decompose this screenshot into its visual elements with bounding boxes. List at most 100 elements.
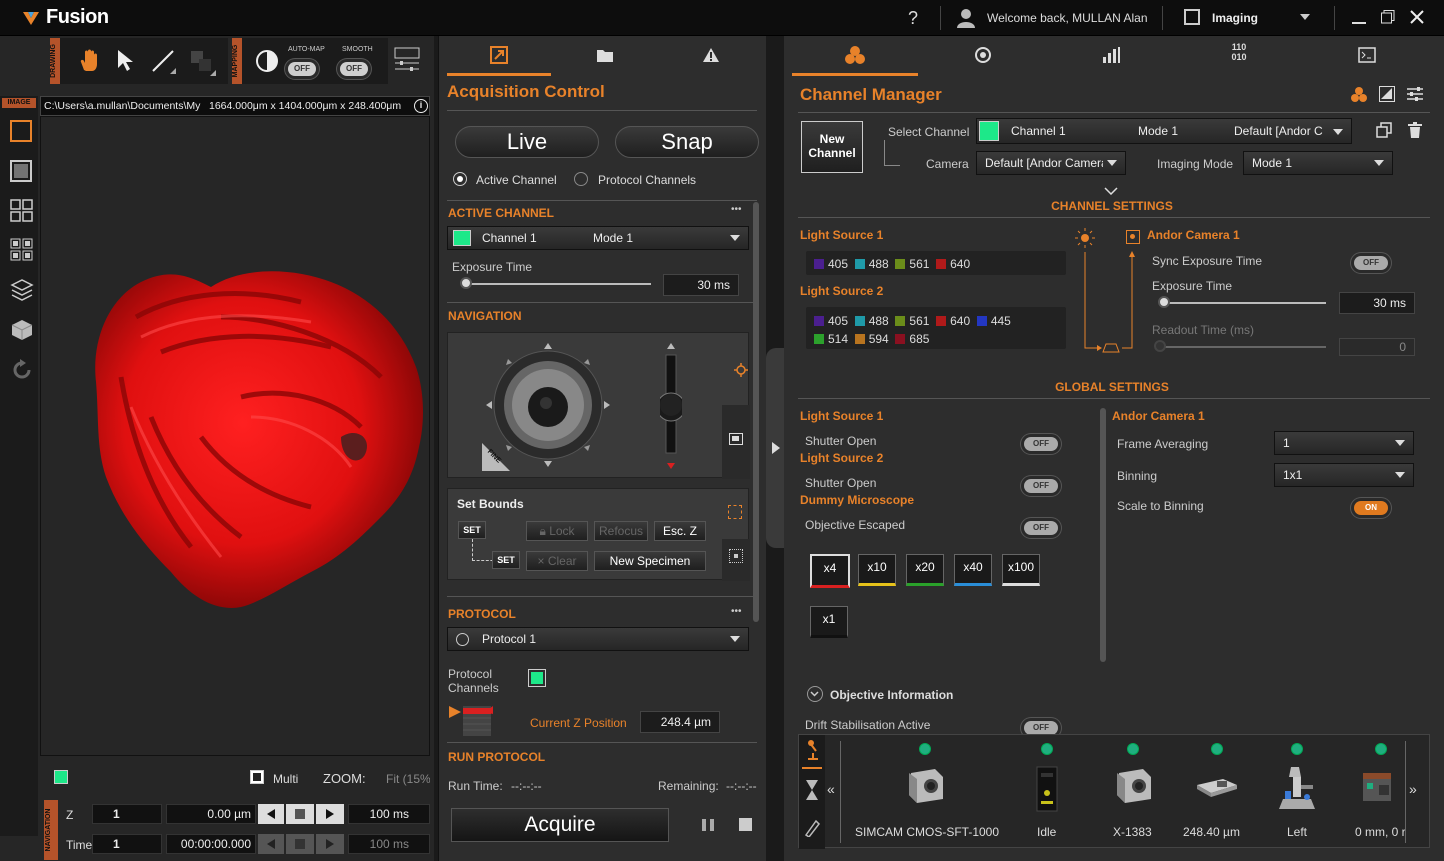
channels-view-icon[interactable] [1350, 86, 1368, 104]
panel-collapse-handle[interactable] [766, 348, 784, 548]
restore-button[interactable] [1381, 10, 1395, 24]
frame-avg-dropdown[interactable]: 1 [1274, 431, 1414, 455]
center-target-icon[interactable] [734, 363, 748, 377]
z-stop-button[interactable] [286, 804, 314, 824]
device-stage[interactable]: 248.40 µm [1177, 735, 1257, 849]
active-channel-radio[interactable] [453, 172, 467, 186]
z-slider[interactable] [656, 341, 686, 471]
escz-button[interactable]: Esc. Z [654, 521, 706, 541]
select-channel-dropdown[interactable]: Channel 1 Mode 1 Default [Andor C [976, 118, 1352, 144]
refocus-button[interactable]: Refocus [594, 521, 648, 541]
collapse-chevron-icon[interactable] [1104, 184, 1118, 196]
protocol-select[interactable]: Protocol 1 [447, 627, 749, 651]
more-icon[interactable]: ••• [731, 606, 742, 617]
smooth-toggle[interactable]: OFF [340, 60, 368, 76]
time-stop-button[interactable] [286, 834, 314, 854]
xy-joystick[interactable] [478, 339, 618, 471]
screen-icon[interactable] [729, 433, 743, 445]
acquire-button[interactable]: Acquire [451, 808, 669, 842]
more-icon[interactable]: ••• [731, 204, 742, 215]
minimize-button[interactable] [1352, 22, 1366, 24]
contrast-icon[interactable] [254, 48, 280, 74]
ls1-lines[interactable]: 405 488 561 640 [806, 251, 1066, 275]
new-channel-button[interactable]: New Channel [801, 121, 863, 173]
sync-exposure-toggle[interactable]: OFF [1354, 254, 1388, 270]
hand-tool-icon[interactable] [76, 48, 102, 74]
exposure-slider-knob[interactable] [460, 277, 472, 289]
z-value-field[interactable]: 0.00 µm [166, 804, 256, 824]
device-camera-2[interactable]: X-1383 [1093, 735, 1173, 849]
help-button[interactable]: ? [908, 8, 918, 29]
tab-stats[interactable] [1048, 36, 1174, 76]
time-prev-button[interactable] [258, 834, 284, 854]
grid-view-icon[interactable] [10, 199, 34, 223]
frame-view-icon[interactable] [10, 160, 32, 182]
focus-grid-icon[interactable] [729, 549, 743, 563]
time-next-button[interactable] [316, 834, 344, 854]
clear-button[interactable]: × Clear [526, 551, 588, 571]
scroll-right-icon[interactable]: » [1409, 781, 1417, 797]
tab-binary[interactable]: 110 010 [1176, 36, 1302, 76]
pointer-tool-icon[interactable] [114, 48, 140, 74]
volume-3d-icon[interactable] [10, 318, 34, 342]
set-top-button[interactable]: SET [458, 521, 486, 539]
line-tool-icon[interactable] [150, 48, 176, 74]
cam-exposure-track[interactable] [1164, 302, 1326, 304]
exposure-slider-track[interactable] [461, 283, 651, 285]
g-ls2-shutter-toggle[interactable]: OFF [1024, 477, 1058, 493]
image-viewer[interactable] [40, 116, 430, 756]
lock-button[interactable]: 🔒︎ Lock [526, 521, 588, 541]
active-channel-select[interactable]: Channel 1 Mode 1 [447, 226, 749, 250]
device-controller[interactable]: Idle [1017, 735, 1077, 849]
cam-exposure-knob[interactable] [1158, 296, 1170, 308]
edit-icon[interactable] [1379, 86, 1395, 102]
objective-x4[interactable]: x4 [810, 554, 850, 588]
z-next-button[interactable] [316, 804, 344, 824]
bounds-select-icon[interactable] [728, 505, 742, 519]
tab-timer[interactable] [920, 36, 1046, 76]
close-button[interactable] [1410, 10, 1424, 24]
info-icon[interactable]: i [414, 99, 428, 113]
multi-checkbox[interactable] [250, 770, 264, 784]
device-camera[interactable]: SIMCAM CMOS-SFT-1000 [855, 735, 999, 849]
time-index-field[interactable]: 1 [92, 834, 162, 854]
pipette-tab-icon[interactable] [804, 815, 820, 839]
global-left-scrollbar[interactable] [1100, 408, 1106, 662]
new-specimen-button[interactable]: New Specimen [594, 551, 706, 571]
camera-dropdown[interactable]: Default [Andor Camera [976, 151, 1126, 175]
mode-selector[interactable]: Imaging [1184, 8, 1318, 28]
objective-info-toggle-icon[interactable] [807, 686, 823, 702]
scroll-left-icon[interactable]: « [827, 781, 835, 797]
objective-x100[interactable]: x100 [1002, 554, 1040, 586]
scale-binning-toggle[interactable]: ON [1354, 499, 1388, 515]
layers-icon[interactable] [10, 278, 34, 302]
drift-stab-toggle[interactable]: OFF [1024, 719, 1058, 735]
stop-icon[interactable] [739, 818, 752, 831]
delete-channel-icon[interactable] [1408, 122, 1422, 138]
rotate-icon[interactable] [10, 358, 34, 382]
microscope-tab-icon[interactable] [802, 739, 822, 769]
acq-scrollbar[interactable] [753, 202, 759, 622]
zoom-value[interactable]: Fit (15% [386, 772, 430, 786]
z-index-field[interactable]: 1 [92, 804, 162, 824]
automap-toggle[interactable]: OFF [288, 60, 316, 76]
device-microscope[interactable]: Left [1263, 735, 1333, 849]
ls2-lines[interactable]: 405 488 561 640 445 514 594 685 [806, 307, 1066, 349]
tab-files[interactable] [553, 36, 657, 76]
objective-info-label[interactable]: Objective Information [830, 688, 953, 702]
objective-x10[interactable]: x10 [858, 554, 896, 586]
tab-warnings[interactable] [659, 36, 763, 76]
time-value-field[interactable]: 00:00:00.000 [166, 834, 256, 854]
protocol-channel-swatch[interactable] [528, 669, 546, 687]
hourglass-tab-icon[interactable] [804, 779, 820, 801]
display-settings-icon[interactable] [392, 46, 422, 74]
objective-escaped-toggle[interactable]: OFF [1024, 519, 1058, 535]
snap-button[interactable]: Snap [615, 126, 759, 158]
region-tool-icon[interactable] [188, 48, 216, 76]
objective-x1[interactable]: x1 [810, 606, 848, 638]
g-ls1-shutter-toggle[interactable]: OFF [1024, 435, 1058, 451]
pause-icon[interactable] [701, 818, 715, 832]
objective-x20[interactable]: x20 [906, 554, 944, 586]
duplicate-channel-icon[interactable] [1376, 122, 1392, 138]
multi-grid-icon[interactable] [10, 238, 34, 262]
